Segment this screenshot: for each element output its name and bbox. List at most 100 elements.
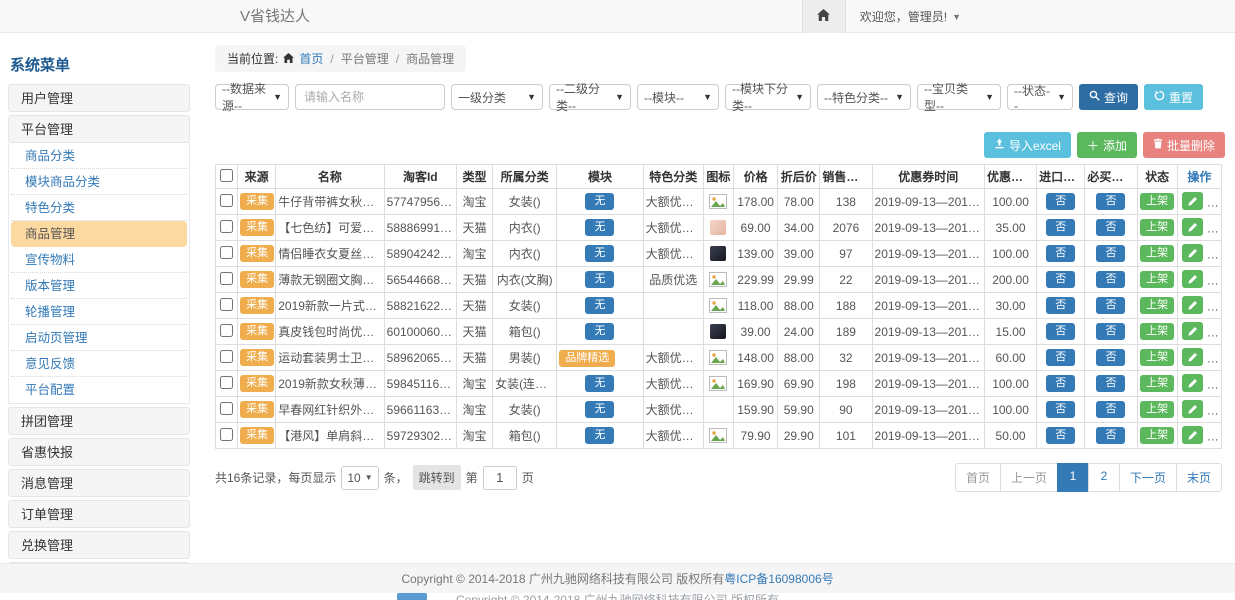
user-menu[interactable]: 欢迎您，管理员! ▼	[846, 0, 975, 33]
import-select-badge[interactable]: 否	[1046, 349, 1075, 365]
sidebar-group-header[interactable]: 省惠快报	[8, 438, 190, 466]
status-badge[interactable]: 上架	[1140, 375, 1174, 391]
row-checkbox[interactable]	[220, 220, 233, 233]
status-badge[interactable]: 上架	[1140, 271, 1174, 287]
row-checkbox[interactable]	[220, 324, 233, 337]
sidebar-item[interactable]: 轮播管理	[11, 299, 187, 325]
sidebar-item[interactable]: 特色分类	[11, 195, 187, 221]
edit-button[interactable]	[1182, 218, 1203, 236]
page-button[interactable]: 末页	[1176, 463, 1222, 492]
chevron-down-icon: ▼	[1057, 92, 1066, 102]
row-checkbox[interactable]	[220, 194, 233, 207]
module-cell: 无	[557, 189, 643, 215]
home-button[interactable]	[802, 0, 846, 33]
page-button[interactable]: 1	[1057, 463, 1089, 492]
import-select-badge[interactable]: 否	[1046, 219, 1075, 235]
filter-level1-category[interactable]: 一级分类▼	[451, 84, 543, 110]
import-select-badge[interactable]: 否	[1046, 323, 1075, 339]
row-checkbox[interactable]	[220, 428, 233, 441]
sidebar-item[interactable]: 启动页管理	[11, 325, 187, 351]
must-buy-badge[interactable]: 否	[1096, 401, 1125, 417]
edit-button[interactable]	[1182, 400, 1203, 418]
must-buy-badge[interactable]: 否	[1096, 349, 1125, 365]
edit-button[interactable]	[1182, 374, 1203, 392]
row-checkbox[interactable]	[220, 376, 233, 389]
row-checkbox[interactable]	[220, 272, 233, 285]
feature-category: 大额优惠券	[643, 215, 703, 241]
must-buy-cell: 否	[1085, 319, 1137, 345]
must-buy-badge[interactable]: 否	[1096, 193, 1125, 209]
page-button[interactable]: 下一页	[1119, 463, 1177, 492]
status-badge[interactable]: 上架	[1140, 219, 1174, 235]
row-checkbox[interactable]	[220, 350, 233, 363]
edit-button[interactable]	[1182, 270, 1203, 288]
batch-delete-button[interactable]: 批量删除	[1143, 132, 1225, 158]
must-buy-badge[interactable]: 否	[1096, 271, 1125, 287]
import-select-badge[interactable]: 否	[1046, 245, 1075, 261]
reset-button[interactable]: 重置	[1144, 84, 1203, 110]
filter-module-subcategory[interactable]: --模块下分类--▼	[725, 84, 811, 110]
sidebar-group-header[interactable]: 消息管理	[8, 469, 190, 497]
must-buy-badge[interactable]: 否	[1096, 245, 1125, 261]
must-buy-badge[interactable]: 否	[1096, 323, 1125, 339]
icp-link[interactable]: 粤ICP备16098006号	[724, 570, 833, 587]
add-button[interactable]: ＋ 添加	[1077, 132, 1137, 158]
jump-page-input[interactable]	[483, 466, 517, 490]
row-checkbox[interactable]	[220, 246, 233, 259]
sidebar-item[interactable]: 版本管理	[11, 273, 187, 299]
sidebar-group-header[interactable]: 平台管理	[8, 115, 190, 143]
filter-status[interactable]: --状态--▼	[1007, 84, 1073, 110]
status-badge[interactable]: 上架	[1140, 245, 1174, 261]
must-buy-badge[interactable]: 否	[1096, 219, 1125, 235]
must-buy-badge[interactable]: 否	[1096, 427, 1125, 443]
edit-button[interactable]	[1182, 296, 1203, 314]
breadcrumb-home-link[interactable]: 首页	[299, 50, 323, 67]
search-button[interactable]: 查询	[1079, 84, 1138, 110]
sales-count: 138	[820, 189, 872, 215]
must-buy-badge[interactable]: 否	[1096, 297, 1125, 313]
edit-button[interactable]	[1182, 322, 1203, 340]
filter-level2-category[interactable]: --二级分类--▼	[549, 84, 631, 110]
sidebar-item[interactable]: 宣传物料	[11, 247, 187, 273]
page-button[interactable]: 2	[1088, 463, 1120, 492]
sidebar-group-header[interactable]: 用户管理	[8, 84, 190, 112]
status-badge[interactable]: 上架	[1140, 193, 1174, 209]
import-excel-button[interactable]: 导入excel	[984, 132, 1071, 158]
name-search-input[interactable]	[295, 84, 445, 110]
import-select-badge[interactable]: 否	[1046, 297, 1075, 313]
import-select-badge[interactable]: 否	[1046, 427, 1075, 443]
edit-button[interactable]	[1182, 244, 1203, 262]
filter-module[interactable]: --模块--▼	[637, 84, 719, 110]
import-select-badge[interactable]: 否	[1046, 401, 1075, 417]
edit-button[interactable]	[1182, 348, 1203, 366]
page-button[interactable]: 首页	[955, 463, 1001, 492]
status-badge[interactable]: 上架	[1140, 427, 1174, 443]
status-badge[interactable]: 上架	[1140, 401, 1174, 417]
sidebar-item[interactable]: 商品分类	[11, 143, 187, 169]
row-checkbox[interactable]	[220, 298, 233, 311]
import-select-badge[interactable]: 否	[1046, 271, 1075, 287]
edit-button[interactable]	[1182, 192, 1203, 210]
edit-button[interactable]	[1182, 426, 1203, 444]
status-badge[interactable]: 上架	[1140, 349, 1174, 365]
sidebar-item[interactable]: 模块商品分类	[11, 169, 187, 195]
status-badge[interactable]: 上架	[1140, 323, 1174, 339]
import-select-badge[interactable]: 否	[1046, 375, 1075, 391]
sidebar-item[interactable]: 意见反馈	[11, 351, 187, 377]
sidebar-item[interactable]: 平台配置	[11, 377, 187, 403]
sidebar-group-header[interactable]: 拼团管理	[8, 407, 190, 435]
row-checkbox[interactable]	[220, 402, 233, 415]
sidebar-item[interactable]: 商品管理	[11, 221, 187, 247]
filter-item-type[interactable]: --宝贝类型--▼	[917, 84, 1001, 110]
filter-feature-category[interactable]: --特色分类--▼	[817, 84, 911, 110]
sidebar-group-header[interactable]: 兑换管理	[8, 531, 190, 559]
sidebar-group-header[interactable]: 订单管理	[8, 500, 190, 528]
taoke-id: 565446685867	[384, 267, 456, 293]
import-select-badge[interactable]: 否	[1046, 193, 1075, 209]
per-page-select[interactable]: 10 ▼	[341, 466, 378, 490]
select-all-checkbox[interactable]	[220, 169, 233, 182]
must-buy-badge[interactable]: 否	[1096, 375, 1125, 391]
page-button[interactable]: 上一页	[1000, 463, 1058, 492]
filter-data-source[interactable]: --数据来源--▼	[215, 84, 289, 110]
status-badge[interactable]: 上架	[1140, 297, 1174, 313]
